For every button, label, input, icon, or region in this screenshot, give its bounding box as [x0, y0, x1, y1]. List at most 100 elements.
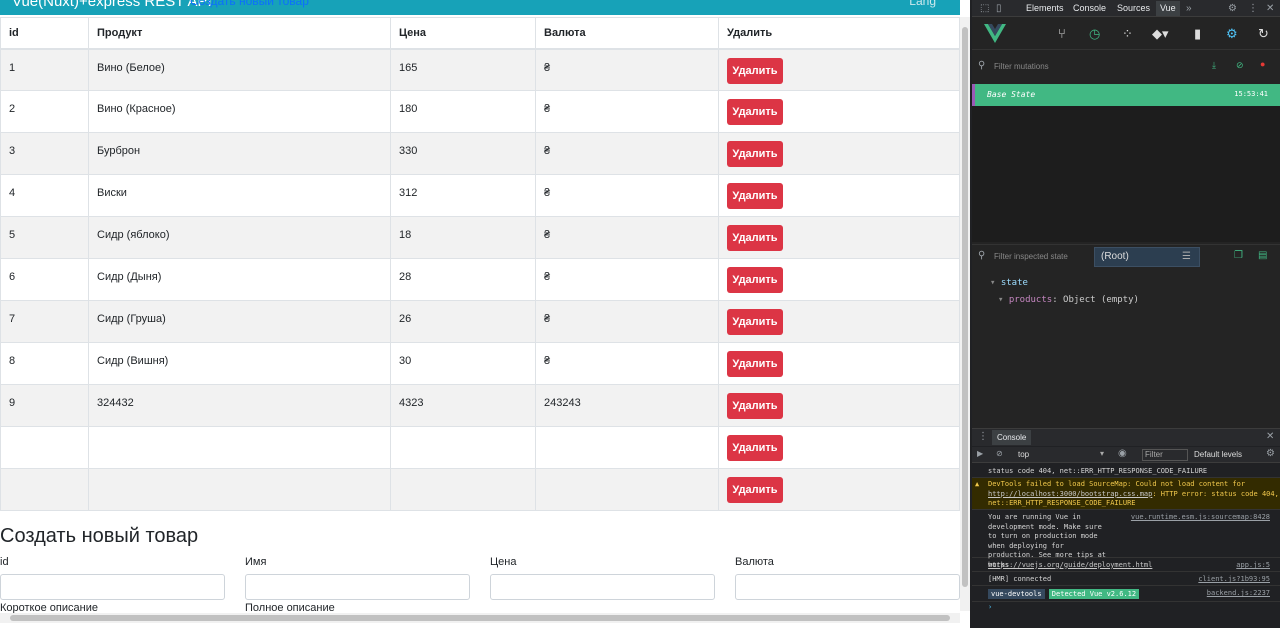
app-viewport: Vue(Nuxt)+express REST API Создать новый… — [0, 0, 970, 628]
tab-elements[interactable]: Elements — [1026, 3, 1064, 13]
settings-icon[interactable]: ⚙ — [1228, 3, 1237, 14]
sourcemap-link[interactable]: http://localhost:3000/bootstrap.css.map — [988, 490, 1152, 498]
performance-icon[interactable]: ▮ — [1194, 26, 1201, 42]
cell-action: Удалить — [718, 300, 960, 343]
root-select[interactable]: (Root) ☰ — [1094, 247, 1200, 267]
navbar-brand[interactable]: Vue(Nuxt)+express REST API — [12, 0, 212, 10]
tab-vue[interactable]: Vue — [1156, 1, 1180, 16]
message-source[interactable]: backend.js:2237 — [1207, 589, 1270, 599]
table-row: 4 Виски 312 ₴ Удалить — [0, 174, 960, 217]
tab-sources[interactable]: Sources — [1117, 3, 1150, 13]
cell-currency: ₴ — [535, 48, 719, 91]
cell-price: 312 — [390, 174, 536, 217]
table-row: Удалить — [0, 468, 960, 511]
commit-all-icon[interactable]: ⤓ — [1212, 60, 1216, 71]
input-name[interactable] — [245, 574, 470, 600]
context-dropdown-icon[interactable]: ▾ — [1100, 449, 1104, 458]
close-icon[interactable]: ✕ — [1266, 431, 1274, 442]
navbar-create-link[interactable]: Создать новый товар — [190, 0, 309, 8]
delete-button[interactable]: Удалить — [727, 393, 783, 419]
base-state-label: Base State — [987, 90, 1036, 99]
scrollbar-thumb[interactable] — [962, 27, 968, 587]
vue-logo-icon — [984, 24, 1006, 43]
copy-icon[interactable]: ❐ — [1234, 250, 1243, 261]
delete-button[interactable]: Удалить — [727, 351, 783, 377]
eye-icon[interactable]: ◉ — [1118, 448, 1127, 459]
label-id: id — [0, 556, 9, 568]
input-currency[interactable] — [735, 574, 960, 600]
console-message: You are running Vue in development mode.… — [972, 511, 1280, 569]
delete-button[interactable]: Удалить — [727, 225, 783, 251]
vertical-scrollbar[interactable] — [960, 17, 970, 611]
revert-all-icon[interactable]: ⊘ — [1236, 60, 1244, 71]
refresh-icon[interactable]: ↻ — [1258, 26, 1269, 42]
more-tabs-icon[interactable]: » — [1186, 3, 1192, 14]
root-select-value: (Root) — [1101, 251, 1129, 262]
filter-state-input[interactable]: Filter inspected state — [994, 252, 1068, 261]
levels-select[interactable]: Default levels — [1194, 450, 1242, 459]
vuex-history-icon[interactable]: ◷ — [1089, 26, 1100, 42]
message-source[interactable]: vue.runtime.esm.js:sourcemap:8428 — [1131, 513, 1270, 523]
delete-button[interactable]: Удалить — [727, 309, 783, 335]
horizontal-scrollbar[interactable] — [0, 613, 960, 623]
delete-button[interactable]: Удалить — [727, 57, 783, 84]
cell-currency — [535, 426, 719, 469]
delete-button[interactable]: Удалить — [727, 141, 783, 167]
cell-product — [88, 468, 391, 511]
drawer-tab-console[interactable]: Console — [992, 430, 1032, 445]
cell-action: Удалить — [718, 426, 960, 469]
device-toolbar-icon[interactable]: ▯ — [996, 3, 1002, 14]
cell-id — [0, 468, 89, 511]
input-price[interactable] — [490, 574, 715, 600]
cell-currency — [535, 468, 719, 511]
filter-mutations-input[interactable]: Filter mutations — [994, 62, 1049, 71]
mutation-filter-bar: ⚲ Filter mutations ⤓ ⊘ ● — [972, 54, 1280, 80]
settings-icon[interactable]: ⚙ — [1226, 26, 1238, 42]
close-icon[interactable]: ✕ — [1266, 3, 1274, 14]
drawer-menu-icon[interactable]: ⋮ — [978, 431, 988, 442]
base-state-entry[interactable]: Base State 15:53:41 — [972, 84, 1280, 106]
cell-currency: ₴ — [535, 300, 719, 343]
cell-price: 330 — [390, 132, 536, 175]
cell-price — [390, 426, 536, 469]
delete-button[interactable]: Удалить — [727, 99, 783, 125]
routing-icon[interactable]: ◆▾ — [1152, 26, 1169, 42]
products-node[interactable]: ▾ products: Object (empty) — [998, 295, 1139, 305]
state-node[interactable]: ▾ state — [990, 278, 1028, 288]
message-source[interactable]: client.js?1b93:95 — [1198, 575, 1270, 585]
delete-button[interactable]: Удалить — [727, 183, 783, 209]
record-icon[interactable]: ● — [1260, 59, 1265, 69]
col-header-id: id — [0, 17, 89, 50]
detected-vue-badge: Detected Vue v2.6.12 — [1048, 589, 1140, 599]
components-icon[interactable]: ⑂ — [1058, 26, 1066, 41]
console-message: [HMR] connected client.js?1b93:95 — [972, 573, 1280, 586]
navbar-right-link[interactable]: Lang — [909, 0, 936, 8]
console-filter-input[interactable]: Filter — [1142, 449, 1188, 461]
console-prompt[interactable]: › — [972, 603, 1280, 617]
delete-button[interactable]: Удалить — [727, 477, 783, 503]
more-options-icon[interactable]: ⋮ — [1248, 3, 1258, 14]
input-id[interactable] — [0, 574, 225, 600]
cell-currency: ₴ — [535, 132, 719, 175]
settings-icon[interactable]: ⚙ — [1266, 448, 1275, 459]
cell-currency: ₴ — [535, 342, 719, 385]
delete-button[interactable]: Удалить — [727, 267, 783, 293]
expand-caret-icon: ▾ — [990, 278, 1001, 288]
sidebar-toggle-icon[interactable]: ▶ — [977, 449, 983, 458]
clear-console-icon[interactable]: ⊘ — [996, 449, 1003, 458]
inspect-icon[interactable]: ⬚ — [980, 3, 989, 14]
base-state-time: 15:53:41 — [1234, 90, 1268, 98]
console-drawer: ⋮ Console ✕ ▶ ⊘ top ▾ ◉ Filter Default l… — [972, 428, 1280, 628]
scrollbar-thumb[interactable] — [10, 615, 950, 621]
context-select[interactable]: top — [1018, 450, 1029, 459]
delete-button[interactable]: Удалить — [727, 435, 783, 461]
tab-console[interactable]: Console — [1073, 3, 1106, 13]
events-icon[interactable]: ⁘ — [1122, 26, 1133, 42]
message-source[interactable]: app.js:5 — [1236, 561, 1270, 571]
console-warning: ▲ DevTools failed to load SourceMap: Cou… — [972, 478, 1280, 510]
paste-icon[interactable]: ▤ — [1258, 250, 1267, 261]
cell-product: Виски — [88, 174, 391, 217]
cell-currency: ₴ — [535, 258, 719, 301]
col-header-price: Цена — [390, 17, 536, 50]
console-message: works app.js:5 — [972, 559, 1280, 572]
